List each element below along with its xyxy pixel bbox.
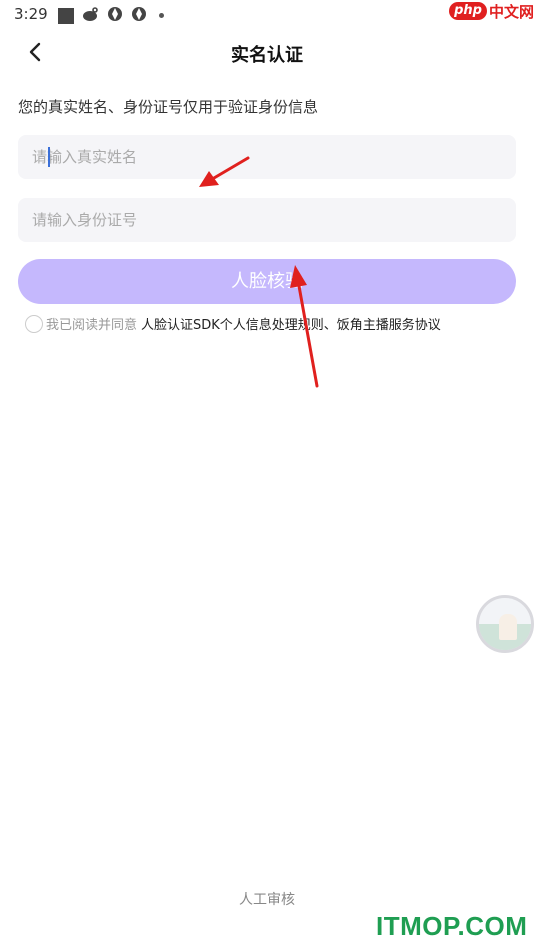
footer-watermark: ITMOP.COM xyxy=(376,911,528,941)
arrow-to-verify-button xyxy=(290,265,319,388)
manual-review-link[interactable]: 人工审核 xyxy=(0,889,534,909)
annotation-arrows xyxy=(199,156,319,388)
arrow-to-name-field xyxy=(199,156,250,187)
floating-avatar[interactable] xyxy=(476,595,534,653)
